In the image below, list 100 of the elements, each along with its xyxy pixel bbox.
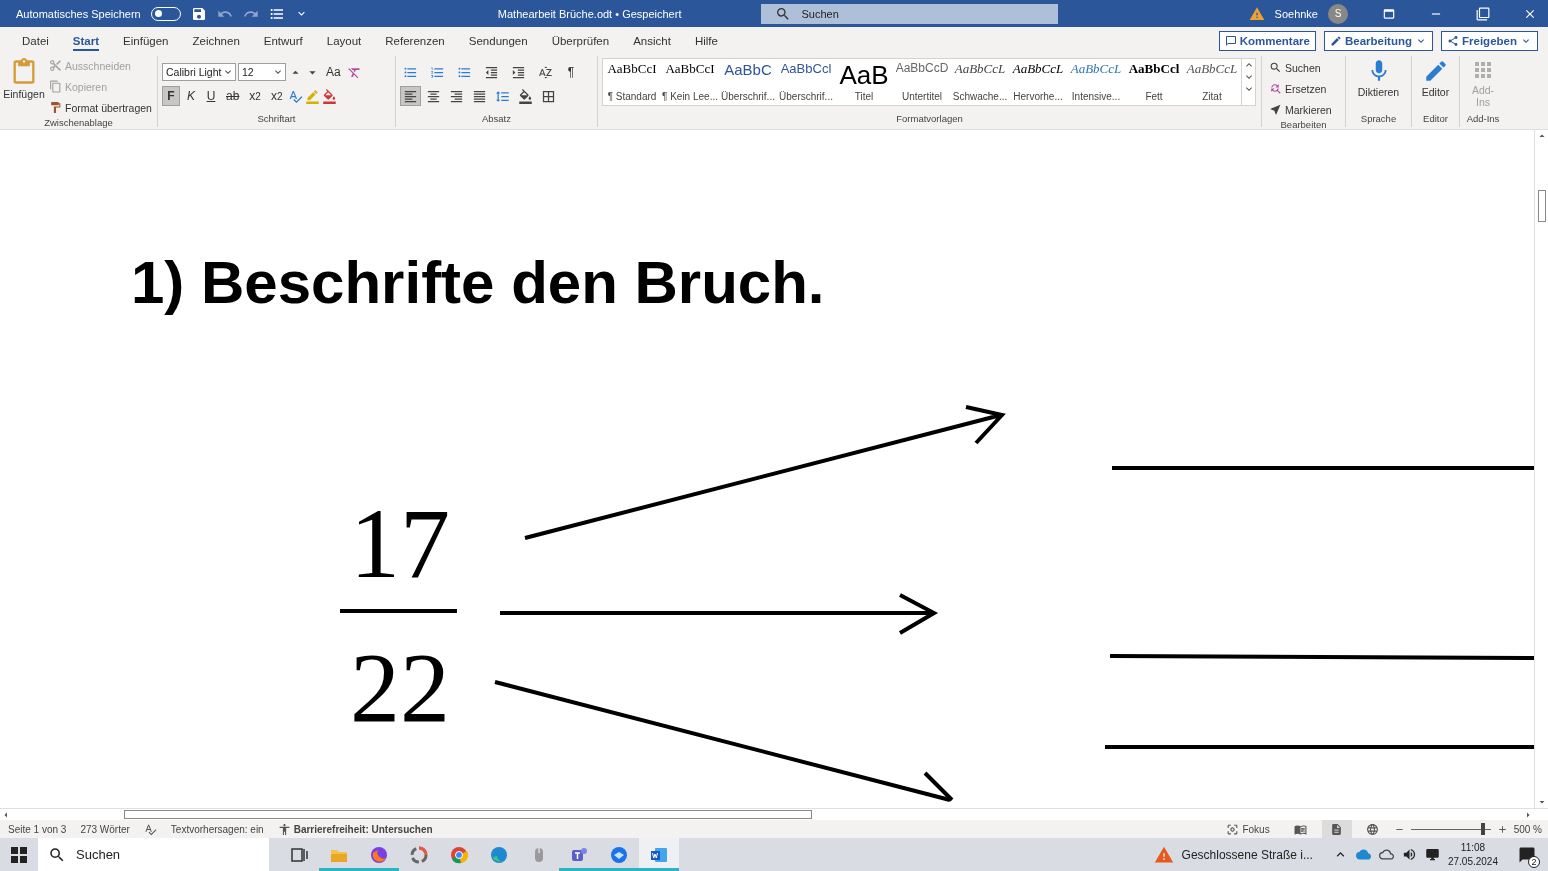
- gallery-scrollbar[interactable]: [1241, 59, 1255, 105]
- word-count[interactable]: 273 Wörter: [80, 823, 130, 835]
- style-item[interactable]: AaBbCcL Hervorhe...: [1009, 59, 1067, 105]
- menu-tab[interactable]: Hilfe: [682, 27, 730, 54]
- menu-tab[interactable]: Referenzen: [373, 27, 457, 54]
- paste-button[interactable]: Einfügen: [4, 56, 44, 100]
- taskbar-search-field[interactable]: Suchen: [38, 838, 269, 871]
- font-name: Calibri Light: [166, 66, 222, 78]
- menu-tab[interactable]: Layout: [314, 27, 374, 54]
- focus-icon: [1226, 822, 1240, 836]
- notification-icon: [1518, 845, 1536, 864]
- clock[interactable]: 11:08 27.05.2024: [1447, 841, 1498, 868]
- font-size-field[interactable]: 12: [238, 63, 286, 81]
- document-title[interactable]: Mathearbeit Brüche.odt • Gespeichert: [497, 7, 682, 20]
- scroll-thumb[interactable]: [1537, 190, 1546, 222]
- clipboard-button[interactable]: Format übertragen: [46, 98, 155, 117]
- app-icon[interactable]: [369, 844, 389, 865]
- menu-tab[interactable]: Sendungen: [456, 27, 540, 54]
- editing-button[interactable]: Markieren: [1266, 100, 1335, 119]
- app-icon[interactable]: [449, 844, 469, 865]
- style-item[interactable]: AaBbCcL Zitat: [1183, 59, 1241, 105]
- search-icon: [48, 845, 66, 864]
- ribbon-display-icon[interactable]: [1381, 6, 1396, 21]
- vertical-scrollbar[interactable]: [1534, 130, 1548, 808]
- style-item[interactable]: AaBbCcl Fett: [1125, 59, 1183, 105]
- group-label: Formatvorlagen: [895, 113, 964, 126]
- zoom-in-icon[interactable]: [1496, 823, 1508, 835]
- change-case-button[interactable]: Aa: [322, 62, 345, 82]
- style-item[interactable]: AaBbCcL Schwache...: [951, 59, 1009, 105]
- scroll-thumb[interactable]: [124, 810, 812, 819]
- dictate-button[interactable]: Diktieren: [1355, 56, 1402, 98]
- print-layout-icon[interactable]: [1321, 820, 1352, 838]
- windows-icon: [11, 846, 27, 863]
- search-field[interactable]: Suchen: [761, 3, 1059, 24]
- editing-button[interactable]: Suchen: [1266, 58, 1335, 77]
- align-left-icon[interactable]: [400, 86, 421, 106]
- action-button[interactable]: Bearbeitung: [1323, 30, 1434, 51]
- app-icon[interactable]: [609, 844, 629, 865]
- group-label: Add-Ins: [1465, 113, 1501, 126]
- numerator: 17: [349, 494, 451, 594]
- menu-tab[interactable]: Überprüfen: [539, 27, 622, 54]
- avatar[interactable]: S: [1328, 3, 1348, 24]
- style-item[interactable]: AaBbCcI ¶ Standard: [603, 59, 661, 105]
- group-label: Editor: [1422, 113, 1449, 126]
- restore-icon[interactable]: [1475, 6, 1490, 21]
- group-label: Absatz: [480, 113, 512, 126]
- scissors-icon: [49, 59, 62, 72]
- menu-tab[interactable]: Entwurf: [251, 27, 315, 54]
- font-color-icon[interactable]: [322, 88, 338, 104]
- focus-button[interactable]: Fokus: [1226, 822, 1270, 836]
- accessibility-status[interactable]: Barrierefreiheit: Untersuchen: [277, 822, 433, 836]
- style-item[interactable]: AaB Titel: [835, 59, 893, 105]
- format-button[interactable]: F: [162, 86, 180, 106]
- app-icon[interactable]: [489, 844, 509, 865]
- paint-brush-icon: [49, 101, 62, 114]
- style-item[interactable]: AaBbCcL Intensive...: [1067, 59, 1125, 105]
- taskbar-button[interactable]: [639, 838, 679, 871]
- accessibility-icon: [277, 822, 291, 836]
- save-icon[interactable]: [190, 5, 207, 22]
- zoom-thumb[interactable]: [1481, 823, 1486, 835]
- autosave-label: Automatisches Speichern: [16, 7, 141, 20]
- cloud-icon[interactable]: [1378, 847, 1394, 862]
- group-label: Zwischenablage: [43, 117, 114, 128]
- font-size: 12: [242, 66, 254, 78]
- network-icon[interactable]: [1424, 847, 1440, 862]
- style-item[interactable]: AaBbCcD Untertitel: [893, 59, 951, 105]
- editing-button[interactable]: Ersetzen: [1266, 79, 1335, 98]
- page-count[interactable]: Seite 1 von 3: [8, 823, 67, 835]
- font-name-field[interactable]: Calibri Light: [162, 63, 236, 81]
- zoom-percent[interactable]: 500 %: [1513, 823, 1542, 835]
- menu-tab[interactable]: Einfügen: [111, 27, 181, 54]
- editor-button[interactable]: Editor: [1416, 56, 1455, 98]
- style-item[interactable]: AaBbCcl Überschrif...: [777, 59, 835, 105]
- format-button[interactable]: U: [202, 86, 220, 106]
- cursor-icon: [1269, 103, 1282, 116]
- action-button[interactable]: Kommentare: [1218, 30, 1316, 51]
- action-button[interactable]: Freigeben: [1441, 30, 1538, 51]
- search-icon: [775, 5, 792, 22]
- volume-icon[interactable]: [1401, 847, 1417, 862]
- menu-tab[interactable]: Start: [60, 27, 112, 54]
- text-effect-icon[interactable]: [288, 88, 304, 104]
- copy-icon: [49, 80, 62, 93]
- news-widget[interactable]: Geschlossene Straße i...: [1153, 844, 1313, 865]
- notification-button[interactable]: 2: [1518, 845, 1536, 864]
- proofing-icon[interactable]: [143, 822, 157, 836]
- style-item[interactable]: AaBbC Überschrif...: [719, 59, 777, 105]
- menu-tab[interactable]: Ansicht: [621, 27, 683, 54]
- app-icon[interactable]: [409, 844, 429, 865]
- warning-icon[interactable]: [1248, 5, 1265, 22]
- denominator: 22: [349, 638, 451, 738]
- user-name[interactable]: Soehnke: [1274, 7, 1318, 20]
- text-prediction-status[interactable]: Textvorhersagen: ein: [170, 823, 264, 835]
- style-item[interactable]: AaBbCcI ¶ Kein Lee...: [661, 59, 719, 105]
- menu-tab[interactable]: Zeichnen: [180, 27, 252, 54]
- menu-tab[interactable]: Datei: [10, 27, 61, 54]
- pilcrow-button[interactable]: ¶: [562, 62, 580, 82]
- horizontal-scrollbar[interactable]: [0, 808, 1548, 820]
- heading: 1) Beschrifte den Bruch.: [131, 248, 825, 317]
- format-button[interactable]: ab: [222, 86, 244, 106]
- format-button[interactable]: K: [182, 86, 200, 106]
